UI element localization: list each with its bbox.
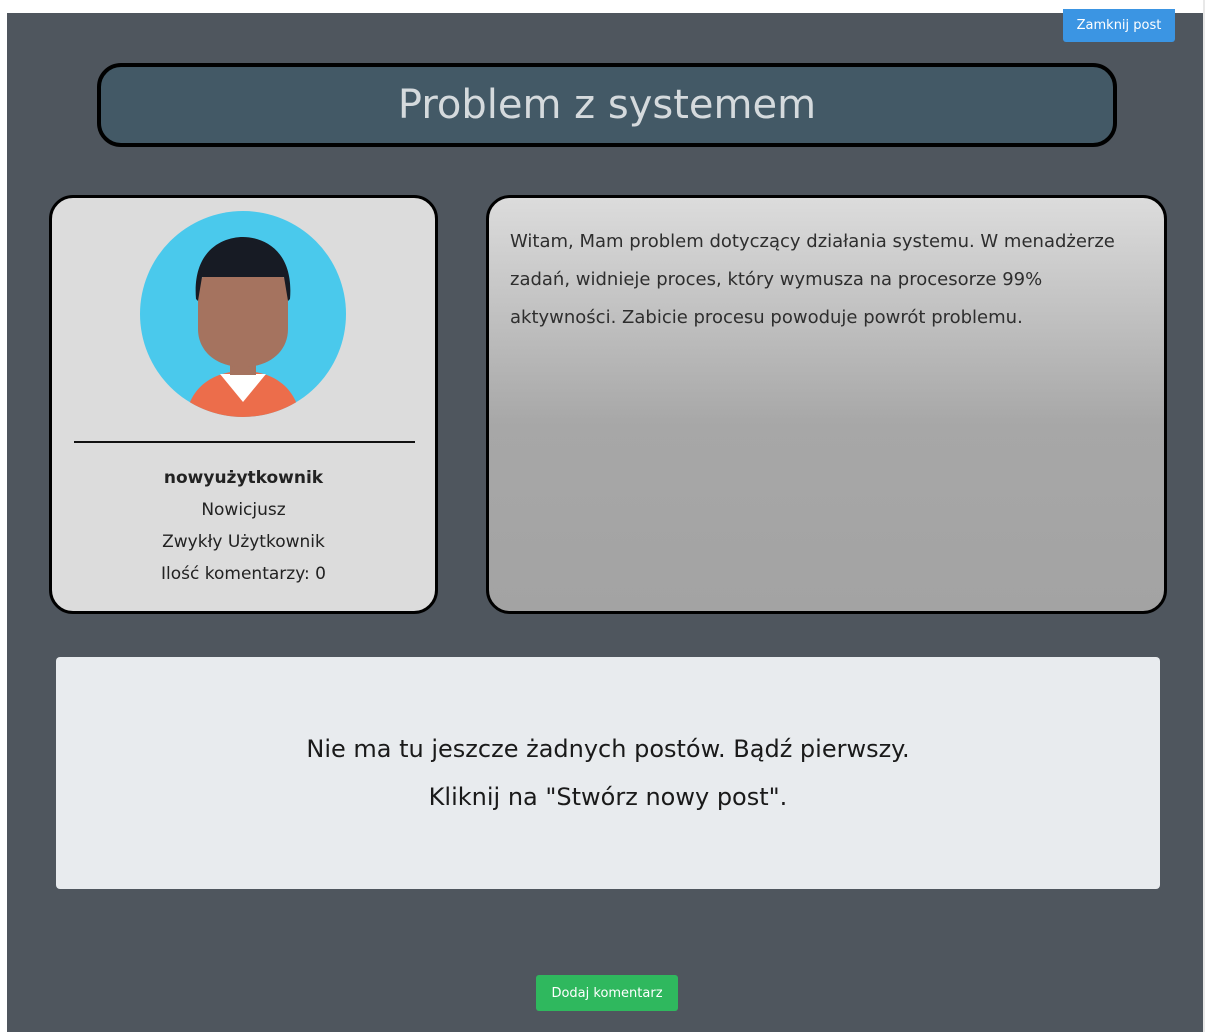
add-comment-button[interactable]: Dodaj komentarz: [536, 975, 678, 1011]
author-divider: [74, 441, 415, 443]
comments-empty-state: Nie ma tu jeszcze żadnych postów. Bądź p…: [56, 657, 1160, 889]
post-content-box: Witam, Mam problem dotyczący działania s…: [486, 195, 1167, 614]
author-card: nowyużytkownik Nowicjusz Zwykły Użytkown…: [49, 195, 438, 614]
user-avatar-icon: [140, 211, 346, 417]
author-role: Zwykły Użytkownik: [162, 532, 325, 552]
close-post-button[interactable]: Zamknij post: [1063, 9, 1175, 42]
post-title: Problem z systemem: [397, 82, 817, 128]
post-title-box: Problem z systemem: [97, 63, 1117, 147]
author-username[interactable]: nowyużytkownik: [52, 462, 435, 494]
post-content: Witam, Mam problem dotyczący działania s…: [510, 231, 1115, 328]
author-rank: Nowicjusz: [201, 500, 286, 520]
empty-message-line1: Nie ma tu jeszcze żadnych postów. Bądź p…: [306, 735, 910, 763]
author-info: nowyużytkownik Nowicjusz Zwykły Użytkown…: [52, 462, 435, 590]
empty-message-line2: Kliknij na "Stwórz nowy post".: [428, 783, 788, 811]
author-comment-count: Ilość komentarzy: 0: [161, 564, 326, 584]
post-page: Zamknij post Problem z systemem nowyużyt…: [7, 9, 1203, 1032]
